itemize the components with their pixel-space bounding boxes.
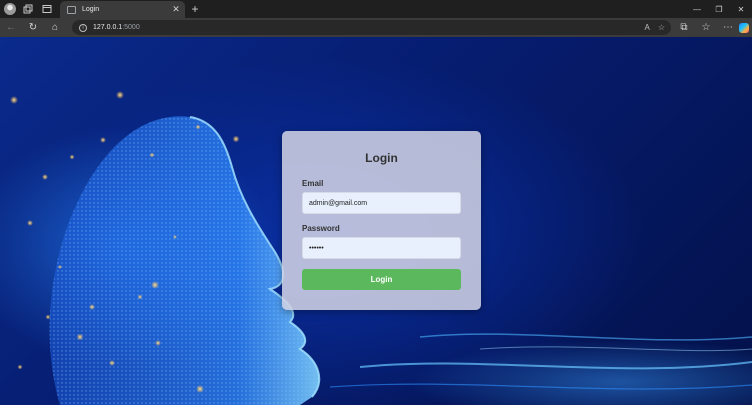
window-controls: — ❐ ✕ (686, 0, 752, 18)
toolbar-right: ⧉ ☆ ⋯ (673, 18, 752, 37)
tab-actions-icon[interactable] (40, 2, 54, 16)
page-icon (67, 5, 76, 14)
url-host: 127.0.0.1 (93, 24, 123, 31)
tab-title: Login (82, 6, 100, 13)
close-icon[interactable]: ✕ (170, 4, 182, 15)
browser-toolbar: ← ↻ ⌂ i 127.0.0.1 :5000 A ☆ ⧉ ☆ ⋯ (0, 18, 752, 37)
login-button[interactable]: Login (302, 269, 461, 290)
puzzle-icon[interactable]: ⧉ (673, 18, 695, 37)
page-viewport: Login Email admin@gmail.com Password •••… (0, 37, 752, 405)
info-icon[interactable]: i (79, 23, 87, 32)
back-button[interactable]: ← (0, 18, 22, 37)
password-field[interactable]: •••••• (302, 237, 461, 259)
read-aloud-icon[interactable]: A (644, 23, 649, 32)
tab-strip: Login ✕ + — ❐ ✕ (0, 0, 752, 18)
restore-button[interactable]: ❐ (708, 0, 730, 18)
minimize-button[interactable]: — (686, 0, 708, 18)
browser-window: Login ✕ + — ❐ ✕ ← ↻ ⌂ i 127.0.0.1 :5000 … (0, 0, 752, 405)
address-bar-actions: A ☆ (644, 20, 665, 35)
copilot-icon[interactable] (739, 22, 749, 33)
refresh-button[interactable]: ↻ (22, 18, 44, 37)
home-button[interactable]: ⌂ (44, 18, 66, 37)
favorites-icon[interactable]: ☆ (695, 18, 717, 37)
new-tab-button[interactable]: + (189, 2, 201, 16)
email-label: Email (302, 179, 324, 188)
url-port: :5000 (122, 24, 140, 31)
address-bar[interactable]: i 127.0.0.1 :5000 A ☆ (72, 20, 671, 35)
avatar-icon[interactable] (4, 3, 16, 15)
close-window-button[interactable]: ✕ (730, 0, 752, 18)
star-icon[interactable]: ☆ (658, 23, 665, 32)
email-field[interactable]: admin@gmail.com (302, 192, 461, 214)
tab-login[interactable]: Login ✕ (60, 1, 185, 18)
login-card: Login Email admin@gmail.com Password •••… (282, 131, 481, 310)
workspaces-icon[interactable] (21, 2, 35, 16)
more-icon[interactable]: ⋯ (717, 18, 739, 37)
login-title: Login (365, 151, 398, 165)
password-label: Password (302, 224, 340, 233)
